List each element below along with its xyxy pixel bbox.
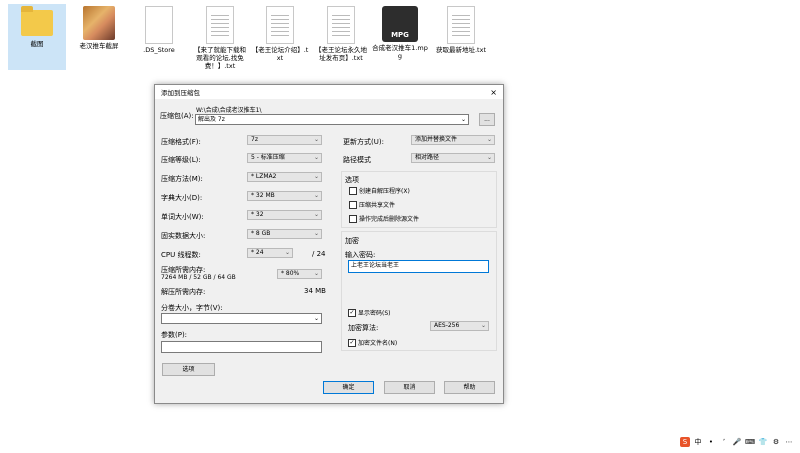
desktop-icon-label: 【来了就能下载和观看的论坛,找免费！】.txt (194, 46, 246, 70)
format-select[interactable]: 7z ⌄ (247, 135, 322, 145)
skin-icon[interactable]: 👕 (758, 437, 768, 447)
word-select[interactable]: * 32 ⌄ (247, 210, 322, 220)
archive-path: W:\合成\合成老汉推车1\ (196, 107, 262, 114)
chevron-down-icon: ⌄ (486, 136, 492, 143)
options-group: 选项 创建自解压程序(X) 压缩共享文件 操作完成后删除源文件 (341, 171, 497, 228)
add-to-archive-dialog: 添加到压缩包 × 压缩包(A): W:\合成\合成老汉推车1\ 解出及 7z ⌄… (154, 84, 504, 404)
cpu-select[interactable]: * 24 ⌄ (247, 248, 293, 258)
close-icon[interactable]: × (490, 88, 497, 97)
word-label: 单词大小(W): (161, 213, 204, 221)
options-group-title: 选项 (345, 176, 359, 184)
chevron-down-icon: ⌄ (313, 136, 319, 143)
chevron-down-icon: ⌄ (313, 154, 319, 161)
text-file-icon (266, 6, 294, 44)
archive-name-input[interactable]: 解出及 7z ⌄ (195, 114, 469, 125)
chevron-down-icon[interactable]: ⌄ (461, 115, 466, 124)
update-label: 更新方式(U): (343, 138, 384, 146)
chevron-down-icon: ⌄ (313, 270, 319, 277)
chevron-down-icon: ⌄ (313, 192, 319, 199)
desktop-icon-label: 老汉推车截屏 (79, 42, 119, 50)
desktop-icon-txt[interactable]: 【来了就能下载和观看的论坛,找免费！】.txt (191, 6, 249, 70)
desktop-icon-label: 【老王论坛介绍】.txt (251, 46, 309, 62)
mem-detail: 7264 MB / 52 GB / 64 GB (161, 274, 236, 281)
level-label: 压缩等级(L): (161, 156, 201, 164)
chevron-down-icon: ⌄ (313, 230, 319, 237)
dict-label: 字典大小(D): (161, 194, 203, 202)
desktop-icon-txt[interactable]: 【老王论坛永久地址发布页】.txt (312, 6, 370, 62)
enc-method-label: 加密算法: (348, 324, 379, 332)
cancel-button[interactable]: 取消 (384, 381, 435, 394)
dialog-titlebar: 添加到压缩包 × (155, 85, 503, 99)
level-select[interactable]: 5 - 标准压缩 ⌄ (247, 153, 322, 163)
mem-select[interactable]: * 80% ⌄ (277, 269, 322, 279)
folder-icon (21, 6, 53, 36)
chinese-mode-icon[interactable]: 中 (693, 437, 703, 447)
password-label: 输入密码: (345, 251, 376, 259)
ok-button[interactable]: 确定 (323, 381, 374, 394)
desktop-icon-mpg[interactable]: MPG 合成老汉推车1.mpg (371, 6, 429, 60)
format-label: 压缩格式(F): (161, 138, 201, 146)
chevron-down-icon: ⌄ (313, 211, 319, 218)
punctuation-icon[interactable]: • (706, 437, 716, 447)
chevron-down-icon: ⌄ (313, 173, 319, 180)
desktop-icon-folder[interactable]: 截图 (8, 4, 66, 70)
solid-select[interactable]: * 8 GB ⌄ (247, 229, 322, 239)
settings-icon[interactable]: ⚙ (771, 437, 781, 447)
path-select[interactable]: 相对路径 ⌄ (411, 153, 495, 163)
solid-label: 固实数据大小: (161, 232, 206, 240)
decomp-value: 34 MB (304, 287, 326, 295)
desktop-icon-txt[interactable]: 【老王论坛介绍】.txt (251, 6, 309, 62)
text-file-icon (206, 6, 234, 44)
params-input[interactable] (161, 341, 322, 353)
dialog-title: 添加到压缩包 (161, 89, 200, 97)
sfx-checkbox[interactable]: 创建自解压程序(X) (349, 186, 410, 195)
delete-after-checkbox[interactable]: 操作完成后删除源文件 (349, 214, 419, 223)
text-file-icon (327, 6, 355, 44)
decomp-label: 解压所需内存: (161, 288, 206, 296)
cpu-label: CPU 线程数: (161, 251, 201, 259)
params-label: 参数(P): (161, 331, 188, 339)
desktop-icon-label: 截图 (30, 40, 44, 48)
text-file-icon (447, 6, 475, 44)
method-select[interactable]: * LZMA2 ⌄ (247, 172, 322, 182)
video-file-icon: MPG (382, 6, 418, 42)
chevron-down-icon: ⌄ (313, 315, 319, 322)
microphone-icon[interactable]: 🎤 (732, 437, 742, 447)
encrypt-names-checkbox[interactable]: ✓ 加密文件名(N) (348, 338, 397, 347)
chevron-down-icon: ⌄ (284, 249, 290, 256)
chevron-down-icon: ⌄ (480, 322, 486, 329)
desktop-icon-photo-folder[interactable]: 老汉推车截屏 (70, 6, 128, 50)
show-password-checkbox[interactable]: ✓ 显示密码(S) (348, 308, 391, 317)
options-button[interactable]: 选项 (162, 363, 215, 376)
help-button[interactable]: 帮助 (444, 381, 495, 394)
enc-method-select[interactable]: AES-256 ⌄ (430, 321, 489, 331)
keyboard-icon[interactable]: ⌨ (745, 437, 755, 447)
chevron-down-icon: ⌄ (486, 154, 492, 161)
ime-toolbar: S 中 • ʼ 🎤 ⌨ 👕 ⚙ ⋯ (680, 437, 794, 447)
update-select[interactable]: 添加并替换文件 ⌄ (411, 135, 495, 145)
split-select[interactable]: ⌄ (161, 313, 322, 324)
desktop-icon-label: .DS_Store (143, 46, 175, 54)
more-icon[interactable]: ⋯ (784, 437, 794, 447)
shared-checkbox[interactable]: 压缩共享文件 (349, 200, 395, 209)
desktop-icon-label: 获取最新地址.txt (435, 46, 486, 54)
archive-label: 压缩包(A): (160, 112, 194, 120)
dict-select[interactable]: * 32 MB ⌄ (247, 191, 322, 201)
comma-icon[interactable]: ʼ (719, 437, 729, 447)
desktop-icon-label: 合成老汉推车1.mpg (372, 44, 428, 60)
encryption-group-title: 加密 (345, 237, 359, 245)
photo-folder-icon (83, 6, 115, 40)
desktop-icon-txt[interactable]: 获取最新地址.txt (432, 6, 490, 54)
desktop-icon-ds-store[interactable]: .DS_Store (130, 6, 188, 54)
encryption-group: 加密 输入密码: 上老王论坛当老王 ✓ 显示密码(S) 加密算法: AES-256… (341, 231, 497, 351)
split-label: 分卷大小，字节(V): (161, 304, 223, 312)
browse-button[interactable]: ... (479, 113, 495, 126)
desktop-icon-label: 【老王论坛永久地址发布页】.txt (315, 46, 367, 62)
path-label: 路径模式 (343, 156, 371, 164)
cpu-total: / 24 (312, 250, 326, 258)
method-label: 压缩方法(M): (161, 175, 203, 183)
sogou-icon[interactable]: S (680, 437, 690, 447)
blank-file-icon (145, 6, 173, 44)
password-input[interactable]: 上老王论坛当老王 (348, 260, 489, 273)
